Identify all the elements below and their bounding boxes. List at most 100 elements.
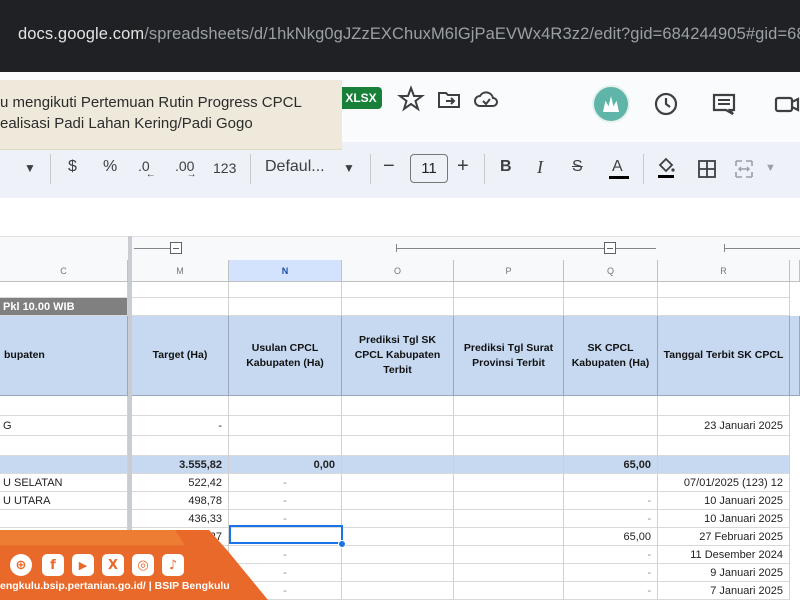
table-cell[interactable]: - — [564, 546, 658, 564]
table-cell[interactable]: 07/01/2025 (123) 12 — [658, 474, 790, 492]
table-cell[interactable]: G — [0, 416, 128, 436]
account-avatar[interactable] — [592, 85, 630, 123]
decrease-font-size-button[interactable]: − — [383, 155, 395, 178]
total-target[interactable]: 3.555,82 — [132, 456, 229, 474]
column-header-r[interactable]: R — [658, 260, 790, 282]
table-cell[interactable] — [454, 492, 564, 510]
browser-address-bar[interactable]: docs.google.com/spreadsheets/d/1hkNkg0gJ… — [0, 0, 800, 72]
number-format-button[interactable]: 123 — [213, 160, 236, 176]
facebook-icon: f — [42, 554, 64, 576]
header-kabupaten[interactable]: bupaten — [0, 316, 128, 396]
history-icon[interactable] — [651, 89, 681, 119]
table-cell[interactable]: U UTARA — [0, 492, 128, 510]
total-sk-cpcl[interactable]: 65,00 — [564, 456, 658, 474]
comments-icon[interactable] — [709, 89, 739, 119]
table-cell[interactable] — [454, 564, 564, 582]
increase-font-size-button[interactable]: + — [457, 155, 469, 178]
table-cell[interactable] — [342, 510, 454, 528]
table-cell[interactable]: - — [564, 510, 658, 528]
collapse-group-icon[interactable] — [170, 242, 182, 254]
table-cell[interactable] — [454, 546, 564, 564]
column-header-n[interactable]: N — [229, 260, 342, 282]
header-usulan-cpcl[interactable]: Usulan CPCL Kabupaten (Ha) — [229, 316, 342, 396]
column-header-p[interactable]: P — [454, 260, 564, 282]
header-sk-cpcl[interactable]: SK CPCL Kabupaten (Ha) — [564, 316, 658, 396]
toolbar-divider — [250, 154, 251, 184]
header-tanggal-terbit[interactable]: Tanggal Terbit SK CPCL — [658, 316, 790, 396]
table-cell[interactable] — [342, 582, 454, 600]
table-cell[interactable]: 65,00 — [564, 528, 658, 546]
instagram-icon: ◎ — [132, 554, 154, 576]
merge-cells-icon[interactable] — [734, 159, 754, 179]
table-cell[interactable]: 7 Januari 2025 — [658, 582, 790, 600]
move-to-folder-icon[interactable] — [434, 84, 464, 114]
timestamp-banner[interactable]: Pkl 10.00 WIB — [0, 298, 128, 316]
total-usulan[interactable]: 0,00 — [229, 456, 342, 474]
currency-format-button[interactable]: $ — [68, 158, 77, 176]
font-family-select[interactable]: Defaul... — [265, 158, 325, 176]
file-format-badge: XLSX — [336, 87, 382, 109]
table-cell[interactable]: - — [132, 416, 229, 436]
zoom-dropdown-arrow-icon[interactable]: ▼ — [24, 161, 36, 175]
header-prediksi-sk[interactable]: Prediksi Tgl SK CPCL Kabupaten Terbit — [342, 316, 454, 396]
table-cell[interactable]: - — [564, 492, 658, 510]
caption-overlay: u mengikuti Pertemuan Rutin Progress CPC… — [0, 80, 342, 150]
tiktok-icon: ♪ — [162, 554, 184, 576]
chevron-down-icon[interactable]: ▼ — [765, 162, 776, 174]
increase-decimal-button[interactable]: .00→ — [175, 158, 204, 180]
decrease-decimal-button[interactable]: .0← — [138, 158, 160, 180]
chevron-down-icon[interactable]: ▼ — [343, 161, 355, 175]
borders-icon[interactable] — [697, 159, 717, 179]
column-header-o[interactable]: O — [342, 260, 454, 282]
table-cell[interactable]: 10 Januari 2025 — [658, 492, 790, 510]
table-cell[interactable] — [342, 492, 454, 510]
fill-color-icon[interactable] — [656, 156, 676, 178]
table-cell[interactable]: 11 Desember 2024 — [658, 546, 790, 564]
column-header-q[interactable]: Q — [564, 260, 658, 282]
text-color-button[interactable]: A — [609, 158, 629, 179]
table-cell[interactable]: 23 Januari 2025 — [658, 416, 790, 436]
table-cell[interactable]: - — [229, 492, 342, 510]
table-cell[interactable]: 9 Januari 2025 — [658, 564, 790, 582]
url-text[interactable]: docs.google.com/spreadsheets/d/1hkNkg0gJ… — [18, 25, 800, 44]
table-cell[interactable]: U SELATAN — [0, 474, 128, 492]
fill-handle[interactable] — [338, 540, 346, 548]
header-target[interactable]: Target (Ha) — [132, 316, 229, 396]
table-cell[interactable] — [454, 474, 564, 492]
font-size-input[interactable]: 11 — [410, 154, 448, 183]
table-cell[interactable] — [454, 528, 564, 546]
table-cell[interactable] — [0, 510, 128, 528]
table-cell[interactable]: - — [564, 582, 658, 600]
grid-spacer — [0, 198, 800, 236]
bold-button[interactable]: B — [500, 158, 512, 176]
table-cell[interactable] — [454, 582, 564, 600]
table-cell[interactable] — [342, 546, 454, 564]
toolbar-divider — [643, 154, 644, 184]
cloud-status-icon[interactable] — [471, 84, 501, 114]
branding-footer-text: engkulu.bsip.pertanian.go.id/ | BSIP Ben… — [0, 580, 230, 592]
table-cell[interactable]: - — [229, 474, 342, 492]
x-icon: X — [102, 554, 124, 576]
table-cell[interactable]: 27 Februari 2025 — [658, 528, 790, 546]
meet-icon[interactable] — [772, 89, 800, 119]
percent-format-button[interactable]: % — [103, 158, 117, 176]
column-header-m[interactable]: M — [132, 260, 229, 282]
table-cell[interactable] — [342, 474, 454, 492]
table-cell[interactable] — [454, 510, 564, 528]
italic-button[interactable]: I — [537, 157, 543, 178]
table-cell[interactable]: 436,33 — [132, 510, 229, 528]
table-cell[interactable]: 498,78 — [132, 492, 229, 510]
table-cell[interactable]: 10 Januari 2025 — [658, 510, 790, 528]
column-header-c[interactable]: C — [0, 260, 128, 282]
collapse-group-icon[interactable] — [604, 242, 616, 254]
table-cell[interactable]: - — [564, 564, 658, 582]
header-prediksi-surat[interactable]: Prediksi Tgl Surat Provinsi Terbit — [454, 316, 564, 396]
star-icon[interactable] — [396, 84, 426, 114]
table-cell[interactable] — [342, 528, 454, 546]
table-cell[interactable] — [564, 474, 658, 492]
table-cell[interactable]: 522,42 — [132, 474, 229, 492]
toolbar-divider — [484, 154, 485, 184]
strikethrough-button[interactable]: S — [572, 158, 583, 176]
web-icon: ⊕ — [10, 554, 32, 576]
table-cell[interactable] — [342, 564, 454, 582]
